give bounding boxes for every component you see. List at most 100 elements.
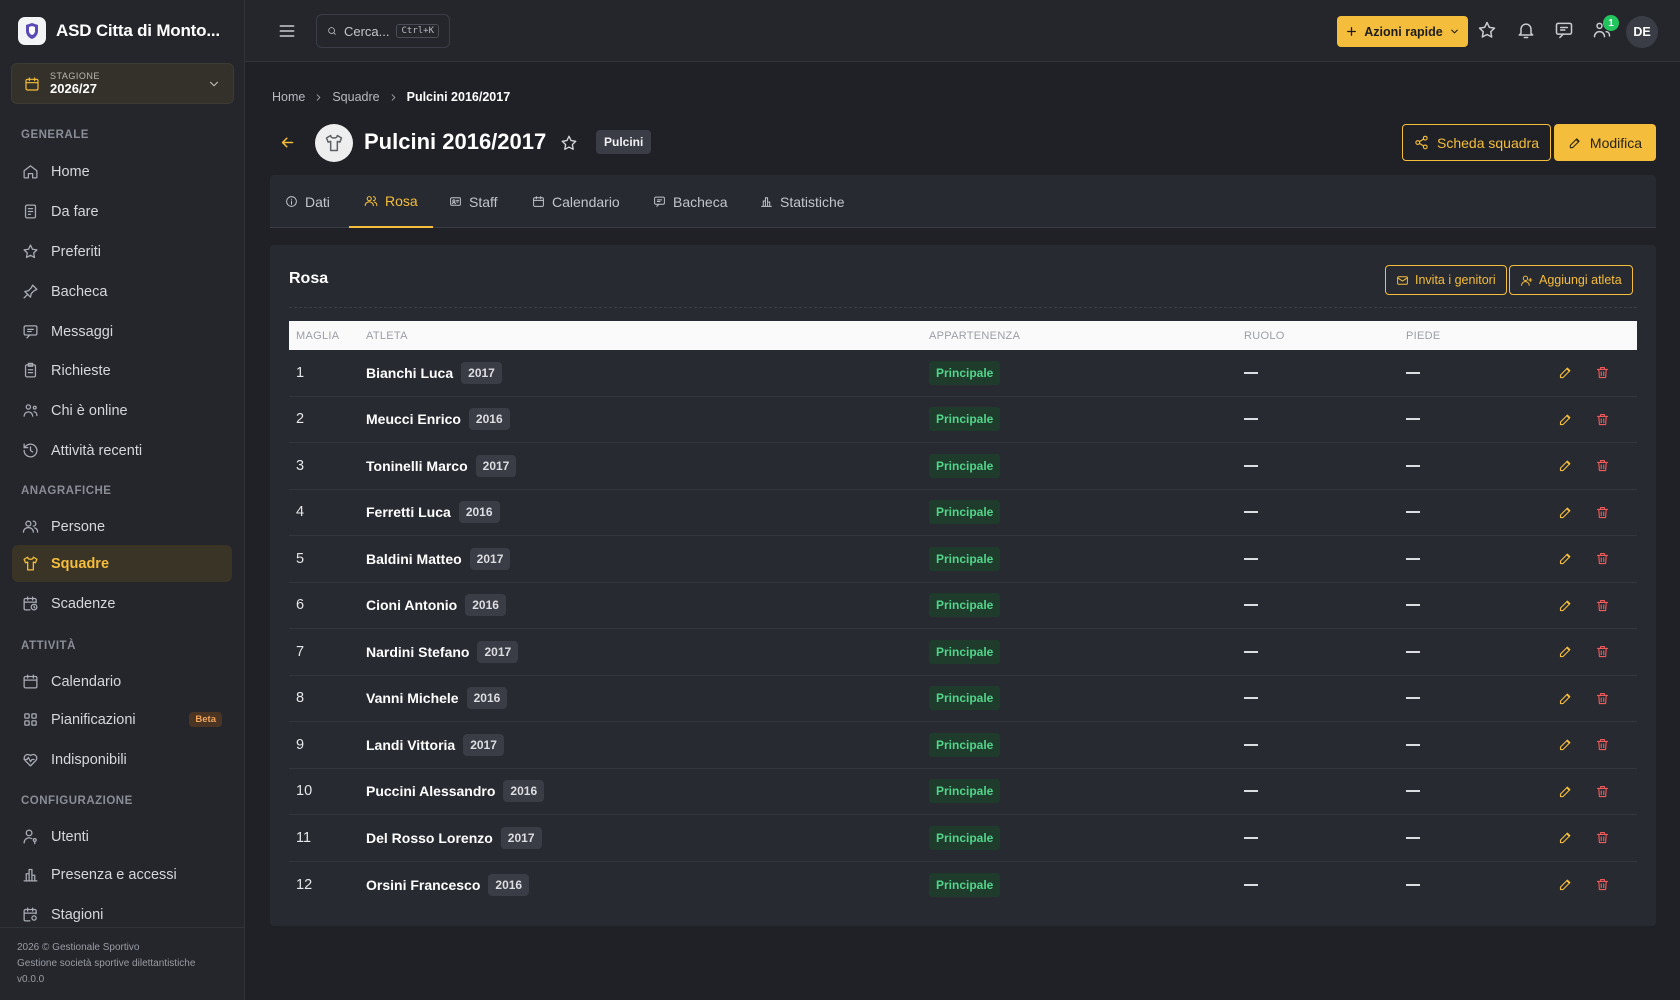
nav-item-calendario[interactable]: Calendario: [12, 663, 232, 700]
athlete-name[interactable]: Vanni Michele: [366, 690, 459, 706]
delete-row-button[interactable]: [1595, 536, 1610, 582]
home-icon: [23, 165, 38, 179]
nav-item-scadenze[interactable]: Scadenze: [12, 585, 232, 622]
edit-row-button[interactable]: [1558, 676, 1573, 722]
invite-parents-button[interactable]: Invita i genitori: [1385, 265, 1507, 295]
nav-item-da-fare[interactable]: Da fare: [12, 193, 232, 230]
tab-statistiche[interactable]: Statistiche: [745, 175, 860, 228]
delete-row-button[interactable]: [1595, 397, 1610, 443]
edit-row-button[interactable]: [1558, 350, 1573, 396]
delete-row-button[interactable]: [1595, 862, 1610, 909]
athlete-name[interactable]: Toninelli Marco: [366, 458, 468, 474]
tab-dati[interactable]: Dati: [270, 175, 345, 228]
user-avatar[interactable]: DE: [1626, 16, 1658, 48]
table-row[interactable]: 9 Landi Vittoria 2017 Principale: [289, 722, 1637, 769]
favorite-toggle[interactable]: [560, 134, 578, 152]
edit-row-button[interactable]: [1558, 862, 1573, 909]
quick-actions-button[interactable]: Azioni rapide: [1337, 16, 1468, 47]
topbar: Cerca... Ctrl+K Azioni rapide 1 DE: [245, 0, 1680, 62]
delete-row-button[interactable]: [1595, 490, 1610, 536]
delete-row-button[interactable]: [1595, 350, 1610, 396]
edit-team-button[interactable]: Modifica: [1554, 124, 1656, 161]
team-sheet-button[interactable]: Scheda squadra: [1402, 124, 1551, 161]
athlete-name[interactable]: Bianchi Luca: [366, 365, 453, 381]
nav-item-bacheca[interactable]: Bacheca: [12, 273, 232, 310]
menu-toggle-button[interactable]: [277, 21, 297, 41]
breadcrumb-squadre[interactable]: Squadre: [332, 90, 379, 104]
table-row[interactable]: 10 Puccini Alessandro 2016 Principale: [289, 769, 1637, 815]
membership-badge: Principale: [929, 360, 1001, 385]
table-row[interactable]: 3 Toninelli Marco 2017 Principale: [289, 443, 1637, 490]
trash-icon: [1596, 460, 1609, 472]
edit-row-button[interactable]: [1558, 722, 1573, 768]
brand[interactable]: ASD Citta di Monto...: [18, 17, 220, 45]
delete-row-button[interactable]: [1595, 443, 1610, 489]
jersey-number: 9: [296, 736, 305, 753]
delete-row-button[interactable]: [1595, 815, 1610, 861]
athlete-name[interactable]: Landi Vittoria: [366, 737, 455, 753]
athlete-name[interactable]: Puccini Alessandro: [366, 783, 495, 799]
notifications-button[interactable]: [1516, 20, 1536, 40]
messages-button[interactable]: [1554, 20, 1574, 40]
edit-row-button[interactable]: [1558, 490, 1573, 536]
search-input[interactable]: Cerca... Ctrl+K: [316, 14, 450, 48]
delete-row-button[interactable]: [1595, 722, 1610, 768]
athlete-name[interactable]: Del Rosso Lorenzo: [366, 830, 493, 846]
footer-tagline: Gestione società sportive dilettantistic…: [17, 958, 196, 969]
edit-row-button[interactable]: [1558, 397, 1573, 443]
favorites-button[interactable]: [1477, 20, 1497, 40]
table-row[interactable]: 8 Vanni Michele 2016 Principale: [289, 676, 1637, 722]
nav-item-richieste[interactable]: Richieste: [12, 352, 232, 389]
tab-bacheca[interactable]: Bacheca: [638, 175, 742, 228]
nav-item-home[interactable]: Home: [12, 153, 232, 190]
membership-cell: Principale: [929, 769, 1001, 815]
message-icon: [1555, 22, 1573, 39]
nav-item-squadre[interactable]: Squadre: [12, 545, 232, 582]
breadcrumb-home[interactable]: Home: [272, 90, 305, 104]
table-row[interactable]: 1 Bianchi Luca 2017 Principale: [289, 350, 1637, 397]
delete-row-button[interactable]: [1595, 769, 1610, 815]
roster-title: Rosa: [289, 270, 329, 287]
tab-calendario[interactable]: Calendario: [517, 175, 635, 228]
table-row[interactable]: 12 Orsini Francesco 2016 Principale: [289, 862, 1637, 909]
athlete-name[interactable]: Orsini Francesco: [366, 877, 480, 893]
nav-item-chi-e-online[interactable]: Chi è online: [12, 392, 232, 429]
athlete-name[interactable]: Nardini Stefano: [366, 644, 469, 660]
edit-row-button[interactable]: [1558, 815, 1573, 861]
table-row[interactable]: 4 Ferretti Luca 2016 Principale: [289, 490, 1637, 536]
nav-item-messaggi[interactable]: Messaggi: [12, 313, 232, 350]
nav-item-indisponibili[interactable]: Indisponibili: [12, 741, 232, 778]
brand-name: ASD Citta di Monto...: [56, 21, 220, 40]
tab-rosa[interactable]: Rosa: [349, 175, 433, 228]
season-selector[interactable]: STAGIONE 2026/27: [11, 63, 234, 104]
nav-item-attivita-recenti[interactable]: Attività recenti: [12, 432, 232, 469]
athlete-name[interactable]: Meucci Enrico: [366, 411, 461, 427]
nav-item-utenti[interactable]: Utenti: [12, 818, 232, 855]
table-row[interactable]: 7 Nardini Stefano 2017 Principale: [289, 629, 1637, 676]
tab-staff[interactable]: Staff: [434, 175, 513, 228]
add-athlete-button[interactable]: Aggiungi atleta: [1509, 265, 1633, 295]
edit-row-button[interactable]: [1558, 769, 1573, 815]
shirt-icon: [325, 134, 343, 152]
delete-row-button[interactable]: [1595, 583, 1610, 629]
nav-item-presenza-e-accessi[interactable]: Presenza e accessi: [12, 856, 232, 893]
athlete-name[interactable]: Ferretti Luca: [366, 504, 451, 520]
shirt-icon: [23, 556, 38, 571]
nav-item-pianificazioni[interactable]: Pianificazioni Beta: [12, 701, 232, 738]
edit-row-button[interactable]: [1558, 443, 1573, 489]
athlete-name[interactable]: Cioni Antonio: [366, 597, 457, 613]
nav-item-preferiti[interactable]: Preferiti: [12, 233, 232, 270]
table-row[interactable]: 11 Del Rosso Lorenzo 2017 Principale: [289, 815, 1637, 862]
nav-item-persone[interactable]: Persone: [12, 508, 232, 545]
table-row[interactable]: 6 Cioni Antonio 2016 Principale: [289, 583, 1637, 629]
athlete-name[interactable]: Baldini Matteo: [366, 551, 462, 567]
back-button[interactable]: [279, 134, 296, 151]
edit-row-button[interactable]: [1558, 583, 1573, 629]
edit-row-button[interactable]: [1558, 536, 1573, 582]
edit-row-button[interactable]: [1558, 629, 1573, 675]
footer-copyright: 2026 © Gestionale Sportivo: [17, 942, 140, 953]
table-row[interactable]: 2 Meucci Enrico 2016 Principale: [289, 397, 1637, 443]
delete-row-button[interactable]: [1595, 629, 1610, 675]
delete-row-button[interactable]: [1595, 676, 1610, 722]
table-row[interactable]: 5 Baldini Matteo 2017 Principale: [289, 536, 1637, 583]
